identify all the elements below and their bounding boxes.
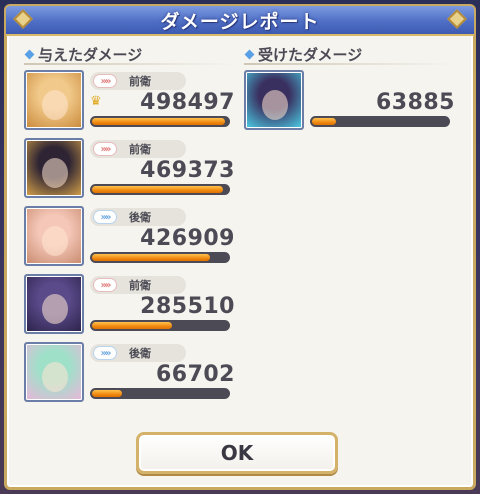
character-portrait (24, 274, 84, 334)
character-portrait (244, 70, 304, 130)
dealt-damage-bar (90, 184, 230, 195)
dealt-entry: »» 前衛 ♛ 498497 (24, 70, 239, 132)
chevron-icon: »» (93, 346, 117, 360)
character-portrait (24, 138, 84, 198)
damage-bar-fill (92, 118, 226, 125)
ok-button[interactable]: OK (136, 432, 338, 474)
chevron-icon: »» (93, 210, 117, 224)
chevron-icon: »» (93, 278, 117, 292)
dealt-damage-header: 与えたダメージ (24, 44, 143, 65)
chevron-icon: »» (93, 74, 117, 88)
dealt-damage-bar (90, 320, 230, 331)
damage-bar-fill (92, 390, 122, 397)
taken-damage-bar (310, 116, 450, 127)
position-label: 後衛 (129, 211, 151, 224)
crown-icon: ♛ (90, 94, 102, 109)
dealt-entry: »» 後衛 66702 (24, 342, 239, 404)
damage-bar-fill (92, 186, 223, 193)
position-label: 後衛 (129, 347, 151, 360)
divider (244, 63, 454, 65)
chevron-icon: »» (93, 142, 117, 156)
position-tag: »» 後衛 (90, 344, 186, 362)
taken-damage-label: 受けたダメージ (258, 46, 363, 64)
position-label: 前衛 (129, 75, 151, 88)
dealt-damage-bar (90, 388, 230, 399)
position-tag: »» 前衛 (90, 276, 186, 294)
damage-value: 66702 (155, 362, 235, 387)
position-label: 前衛 (129, 143, 151, 156)
position-tag: »» 後衛 (90, 208, 186, 226)
page-title: ダメージレポート (160, 10, 320, 33)
character-portrait (24, 206, 84, 266)
diamond-icon (244, 49, 255, 60)
ok-button-label: OK (220, 441, 254, 465)
gem-icon (447, 9, 467, 29)
position-tag: »» 前衛 (90, 72, 186, 90)
character-portrait (24, 70, 84, 130)
damage-bar-fill (312, 118, 337, 125)
character-portrait (24, 342, 84, 402)
title-bar: ダメージレポート (6, 6, 474, 36)
position-label: 前衛 (129, 279, 151, 292)
damage-value: 426909 (140, 226, 235, 251)
dealt-damage-label: 与えたダメージ (38, 46, 143, 64)
diamond-icon (24, 49, 35, 60)
dealt-damage-bar (90, 116, 230, 127)
taken-damage-header: 受けたダメージ (244, 44, 363, 65)
divider (24, 63, 234, 65)
dealt-entry: »» 前衛 469373 (24, 138, 239, 200)
damage-value: 285510 (140, 294, 235, 319)
damage-bar-fill (92, 322, 173, 329)
gem-icon (13, 9, 33, 29)
damage-value: 469373 (140, 158, 235, 183)
position-tag: »» 前衛 (90, 140, 186, 158)
dealt-entry: »» 後衛 426909 (24, 206, 239, 268)
dealt-damage-bar (90, 252, 230, 263)
damage-bar-fill (92, 254, 211, 261)
dealt-entry: »» 前衛 285510 (24, 274, 239, 336)
taken-entry: 63885 (244, 70, 459, 132)
damage-value: 63885 (375, 90, 455, 115)
damage-value: 498497 (140, 90, 235, 115)
